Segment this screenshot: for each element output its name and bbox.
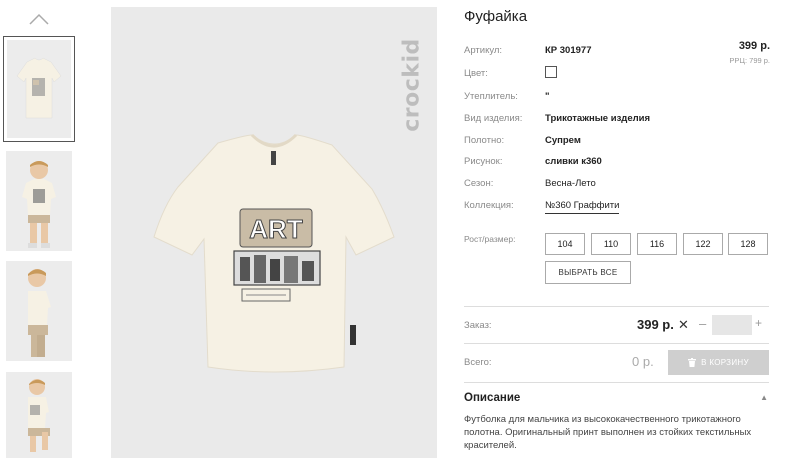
total-value: 0 р. bbox=[632, 354, 654, 369]
thumbnail-4[interactable] bbox=[6, 372, 72, 458]
total-label: Всего: bbox=[464, 357, 492, 368]
tshirt-image: ART bbox=[153, 133, 395, 373]
order-label: Заказ: bbox=[464, 320, 492, 331]
quantity-input[interactable] bbox=[712, 315, 752, 335]
boy-front-image bbox=[22, 161, 56, 248]
divider bbox=[464, 306, 769, 307]
print-text: ART bbox=[249, 214, 303, 244]
divider bbox=[464, 382, 769, 383]
color-swatch[interactable] bbox=[545, 66, 557, 78]
decrease-quantity-button[interactable]: – bbox=[699, 316, 706, 331]
order-price: 399 р. bbox=[637, 317, 674, 332]
size-110-button[interactable]: 110 bbox=[591, 233, 631, 255]
add-to-cart-button[interactable]: В КОРЗИНУ bbox=[668, 350, 769, 375]
brand-watermark: crockid bbox=[399, 38, 425, 132]
description-text: Футболка для мальчика из высококачествен… bbox=[464, 414, 752, 451]
rrp-price: РРЦ: 799 р. bbox=[729, 56, 770, 65]
chevron-up-icon[interactable] bbox=[28, 12, 50, 26]
size-128-button[interactable]: 128 bbox=[728, 233, 768, 255]
thumbnail-1[interactable] bbox=[3, 36, 75, 142]
multiply-icon: ✕ bbox=[678, 317, 689, 332]
product-details: Фуфайка 399 р. РРЦ: 799 р. Артикул: КР 3… bbox=[464, 8, 770, 451]
select-all-sizes-button[interactable]: ВЫБРАТЬ ВСЕ bbox=[545, 261, 631, 284]
boy-side-image bbox=[28, 269, 51, 357]
collection-link[interactable]: №360 Граффити bbox=[545, 200, 620, 214]
product-price: 399 р. bbox=[738, 40, 770, 52]
boy-sitting-image bbox=[28, 379, 50, 452]
increase-quantity-button[interactable]: + bbox=[755, 316, 762, 330]
product-title: Фуфайка bbox=[464, 8, 528, 25]
description-title[interactable]: Описание bbox=[464, 392, 520, 404]
size-label: Рост/размер: bbox=[464, 234, 516, 244]
add-to-cart-label: В КОРЗИНУ bbox=[701, 358, 749, 367]
divider bbox=[464, 343, 769, 344]
size-116-button[interactable]: 116 bbox=[637, 233, 677, 255]
size-122-button[interactable]: 122 bbox=[683, 233, 723, 255]
main-product-image[interactable]: crockid ART bbox=[111, 7, 437, 458]
caret-up-icon[interactable]: ▲ bbox=[760, 393, 768, 402]
tshirt-thumbnail-image bbox=[16, 57, 62, 119]
thumbnail-2[interactable] bbox=[6, 151, 72, 251]
thumbnail-gallery bbox=[0, 0, 80, 458]
trash-icon bbox=[688, 358, 697, 367]
thumbnail-3[interactable] bbox=[6, 261, 72, 361]
size-104-button[interactable]: 104 bbox=[545, 233, 585, 255]
